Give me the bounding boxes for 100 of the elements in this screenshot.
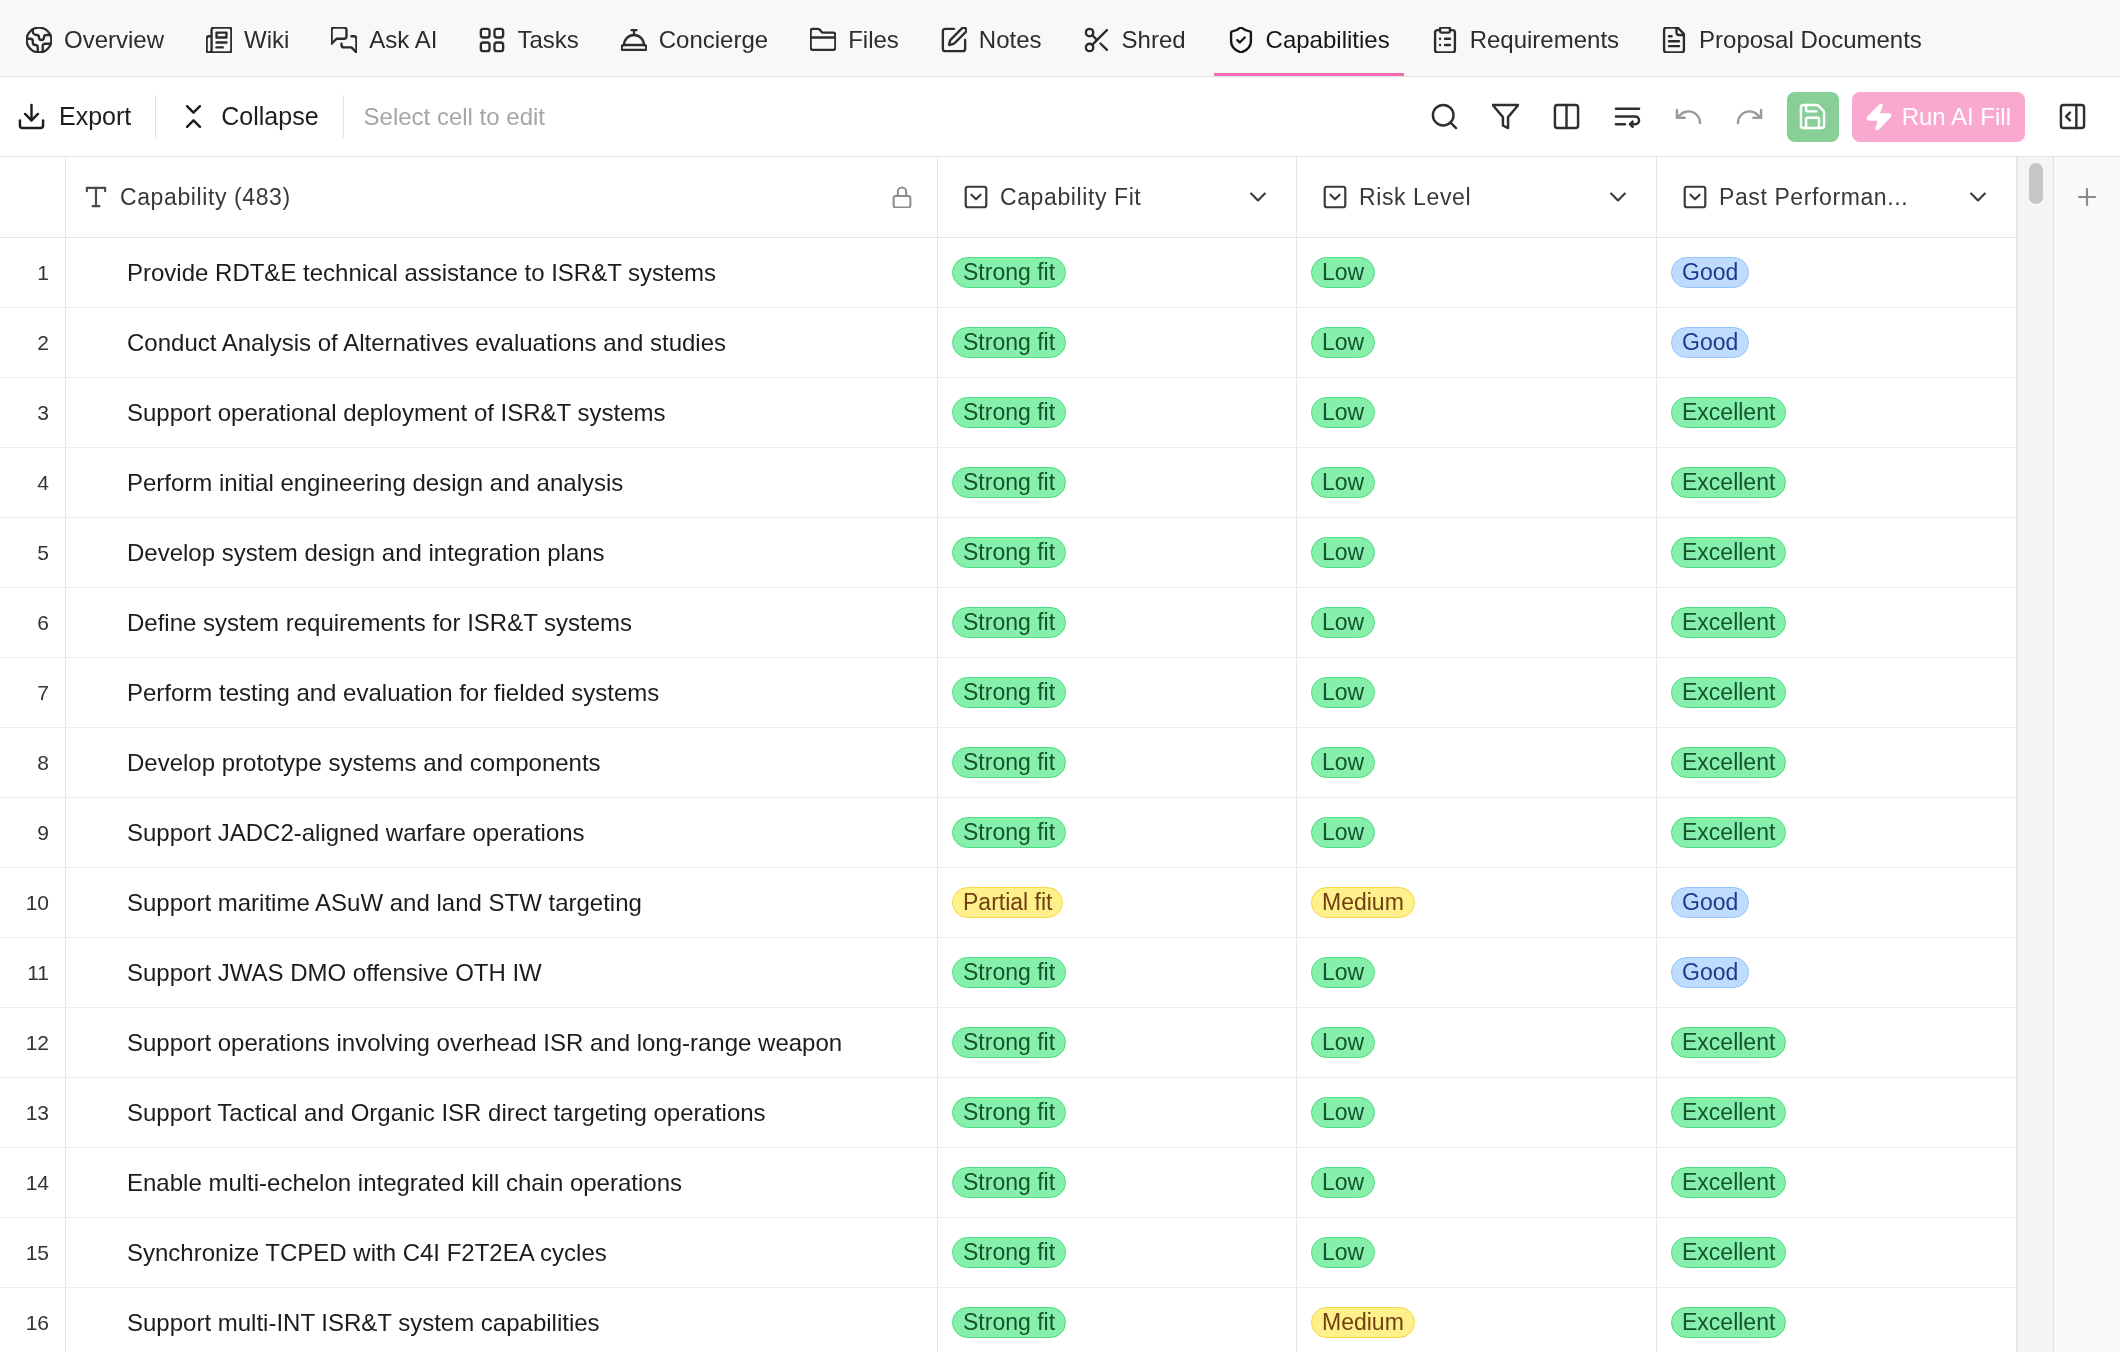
risk-tag: Low: [1311, 1167, 1376, 1198]
pencil-square-icon: [940, 26, 967, 53]
row-number: 12: [25, 1029, 49, 1056]
nav-tab[interactable]: Files: [796, 0, 913, 76]
capability-text: Perform testing and evaluation for fielded systems: [127, 677, 660, 708]
performance-tag: Excellent: [1671, 1237, 1787, 1268]
performance-tag: Excellent: [1671, 1097, 1787, 1128]
fit-tag: Strong fit: [952, 677, 1067, 708]
risk-tag: Low: [1311, 1097, 1376, 1128]
performance-tag: Good: [1671, 887, 1750, 918]
performance-tag: Excellent: [1671, 467, 1787, 498]
risk-tag: Low: [1311, 1237, 1376, 1268]
capability-text: Enable multi-echelon integrated kill chain operations: [127, 1167, 682, 1198]
row-number: 5: [37, 539, 49, 566]
nav-tab[interactable]: Proposal Documents: [1647, 0, 1936, 76]
nav-tab[interactable]: Capabilities: [1213, 0, 1404, 76]
performance-tag: Good: [1671, 957, 1750, 988]
scrollbar-thumb[interactable]: [2028, 163, 2043, 204]
row-number: 10: [25, 889, 49, 916]
performance-tag: Excellent: [1671, 677, 1787, 708]
performance-tag: Excellent: [1671, 397, 1787, 428]
risk-tag: Low: [1311, 607, 1376, 638]
fit-tag: Strong fit: [952, 747, 1067, 778]
row-number: 2: [37, 329, 49, 356]
row-number: 1: [37, 259, 49, 286]
risk-tag: Low: [1311, 327, 1376, 358]
row-number: 7: [37, 679, 49, 706]
lock-icon: [891, 186, 913, 208]
performance-tag: Excellent: [1671, 817, 1787, 848]
fit-tag: Strong fit: [952, 1027, 1067, 1058]
service-bell-icon: [620, 26, 647, 53]
dropdown-square-icon: [964, 185, 988, 209]
capability-text: Perform initial engineering design and analysis: [127, 467, 624, 498]
capability-text: Define system requirements for ISR&T systems: [127, 607, 633, 638]
row-number: 13: [25, 1099, 49, 1126]
nav-tab[interactable]: Shred: [1069, 0, 1200, 76]
row-number: 11: [27, 959, 49, 986]
nav-tab[interactable]: Requirements: [1417, 0, 1634, 76]
capability-text: Synchronize TCPED with C4I F2T2EA cycles: [127, 1237, 607, 1268]
row-number: 14: [25, 1169, 49, 1196]
capability-text: Provide RDT&E technical assistance to ISR&T systems: [127, 257, 717, 288]
fit-tag: Strong fit: [952, 607, 1067, 638]
fit-tag: Strong fit: [952, 1307, 1067, 1338]
performance-tag: Excellent: [1671, 747, 1787, 778]
collapse-button[interactable]: Collapse: [176, 92, 323, 141]
export-button[interactable]: Export: [14, 92, 136, 141]
folder-icon: [810, 26, 837, 53]
nav-tab[interactable]: Ask AI: [317, 0, 452, 76]
fit-tag: Partial fit: [952, 887, 1064, 918]
performance-tag: Good: [1671, 257, 1750, 288]
capability-text: Develop system design and integration plans: [127, 537, 605, 568]
clipboard-list-icon: [1431, 26, 1458, 53]
globe-icon: [26, 26, 52, 53]
row-number: 16: [25, 1309, 49, 1336]
capability-text: Conduct Analysis of Alternatives evaluations and studies: [127, 327, 727, 358]
capability-text: Support maritime ASuW and land STW targeting: [127, 887, 642, 918]
row-number: 4: [37, 469, 49, 496]
download-icon: [18, 103, 45, 130]
fit-tag: Strong fit: [952, 1237, 1067, 1268]
fit-tag: Strong fit: [952, 257, 1067, 288]
nav-tab[interactable]: Overview: [12, 0, 179, 76]
fit-tag: Strong fit: [952, 1097, 1067, 1128]
risk-tag: Low: [1311, 957, 1376, 988]
newspaper-icon: [206, 26, 233, 53]
grid-icon: [479, 26, 506, 53]
capability-text: Develop prototype systems and components: [127, 747, 601, 778]
row-number: 3: [37, 399, 49, 426]
fit-tag: Strong fit: [952, 1167, 1067, 1198]
fit-tag: Strong fit: [952, 327, 1067, 358]
plus-icon: [2075, 185, 2099, 209]
capability-text: Support operations involving overhead ISR and long-range weapon: [127, 1027, 843, 1058]
dropdown-square-icon: [1323, 185, 1347, 209]
risk-tag: Low: [1311, 257, 1376, 288]
nav-tab[interactable]: Wiki: [192, 0, 304, 76]
scissors-icon: [1083, 26, 1110, 53]
column-title: Risk Level: [1359, 182, 1472, 212]
risk-tag: Medium: [1311, 887, 1415, 918]
nav-tab[interactable]: Concierge: [606, 0, 783, 76]
cell-edit-field[interactable]: Select cell to edit: [363, 94, 924, 139]
risk-tag: Low: [1311, 397, 1376, 428]
risk-tag: Low: [1311, 747, 1376, 778]
row-number: 9: [37, 819, 49, 846]
nav-tab[interactable]: Notes: [926, 0, 1056, 76]
risk-tag: Medium: [1311, 1307, 1415, 1338]
risk-tag: Low: [1311, 537, 1376, 568]
performance-tag: Good: [1671, 327, 1750, 358]
fit-tag: Strong fit: [952, 957, 1067, 988]
risk-tag: Low: [1311, 1027, 1376, 1058]
performance-tag: Excellent: [1671, 537, 1787, 568]
capability-text: Support JWAS DMO offensive OTH IW: [127, 957, 542, 988]
fit-tag: Strong fit: [952, 397, 1067, 428]
capability-text: Support Tactical and Organic ISR direct targeting operations: [127, 1097, 766, 1128]
dropdown-square-icon: [1683, 185, 1707, 209]
panel-icon: [2058, 103, 2086, 130]
shield-check-icon: [1227, 26, 1254, 53]
row-number: 6: [37, 609, 49, 636]
row-number: 8: [37, 749, 49, 776]
row-number: 15: [25, 1239, 49, 1266]
text-type-icon: [84, 185, 108, 209]
nav-tab[interactable]: Tasks: [465, 0, 593, 76]
